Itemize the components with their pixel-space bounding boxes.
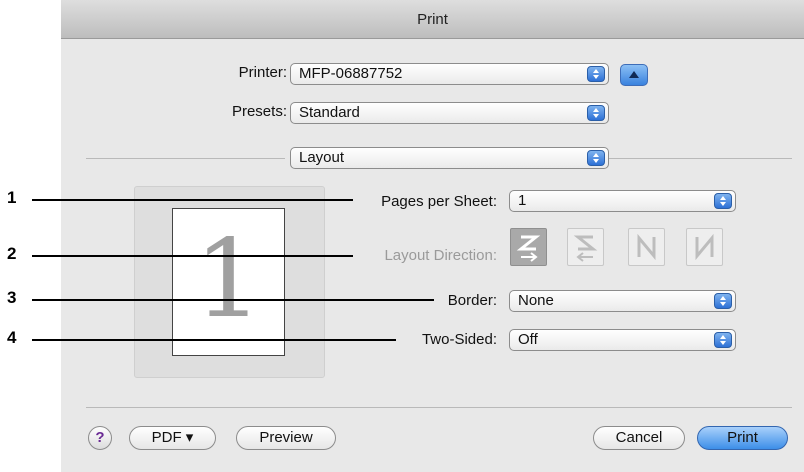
- callout-3: 3: [7, 288, 17, 307]
- border-value: None: [518, 292, 554, 309]
- separator-left: [86, 158, 285, 159]
- up-down-arrows-icon: [714, 193, 732, 209]
- layout-direction-label: Layout Direction:: [384, 247, 497, 264]
- callout-4: 4: [7, 328, 17, 347]
- triangle-up-icon: [629, 71, 639, 78]
- up-down-arrows-icon: [587, 150, 605, 166]
- preview-page-number: 1: [194, 217, 263, 342]
- pages-per-sheet-label: Pages per Sheet:: [381, 193, 497, 210]
- pages-per-sheet-popup[interactable]: 1: [509, 190, 736, 212]
- printer-label: Printer:: [238, 64, 287, 81]
- layout-z-icon: [516, 235, 541, 262]
- up-down-arrows-icon: [714, 332, 732, 348]
- window-title: Print: [417, 10, 448, 28]
- border-popup[interactable]: None: [509, 290, 736, 312]
- up-down-arrows-icon: [587, 105, 605, 121]
- callout-line-2: [32, 255, 353, 257]
- direction-reverse-n-button[interactable]: [686, 228, 723, 266]
- callout-1: 1: [7, 188, 17, 207]
- cancel-button[interactable]: Cancel: [593, 426, 685, 450]
- direction-z-button[interactable]: [510, 228, 547, 266]
- printer-value: MFP-06887752: [299, 65, 403, 82]
- layout-reverse-z-icon: [573, 235, 598, 262]
- preview-button[interactable]: Preview: [236, 426, 336, 450]
- help-button[interactable]: ?: [88, 426, 112, 450]
- up-down-arrows-icon: [714, 293, 732, 309]
- callout-line-1: [32, 199, 353, 201]
- pdf-button[interactable]: PDF ▾: [129, 426, 216, 450]
- callout-line-4: [32, 339, 396, 341]
- two-sided-popup[interactable]: Off: [509, 329, 736, 351]
- up-down-arrows-icon: [587, 66, 605, 82]
- preview-page: 1: [172, 208, 285, 356]
- two-sided-value: Off: [518, 331, 538, 348]
- presets-popup[interactable]: Standard: [290, 102, 609, 124]
- section-value: Layout: [299, 149, 345, 166]
- pages-per-sheet-value: 1: [518, 192, 527, 209]
- callout-line-3: [32, 299, 434, 301]
- printer-popup[interactable]: MFP-06887752: [290, 63, 609, 85]
- separator-right: [609, 158, 792, 159]
- print-dialog: Print Printer: MFP-06887752 Presets: Sta…: [61, 0, 804, 472]
- direction-n-button[interactable]: [628, 228, 665, 266]
- presets-label: Presets:: [231, 103, 287, 120]
- direction-reverse-z-button[interactable]: [567, 228, 604, 266]
- section-popup[interactable]: Layout: [290, 147, 609, 169]
- print-button[interactable]: Print: [697, 426, 788, 450]
- layout-reverse-n-icon: [695, 233, 714, 261]
- presets-value: Standard: [299, 104, 360, 121]
- layout-n-icon: [637, 233, 656, 261]
- footer-separator: [86, 407, 792, 408]
- callout-2: 2: [7, 244, 17, 263]
- title-bar: Print: [61, 0, 804, 39]
- disclosure-button[interactable]: [620, 64, 648, 86]
